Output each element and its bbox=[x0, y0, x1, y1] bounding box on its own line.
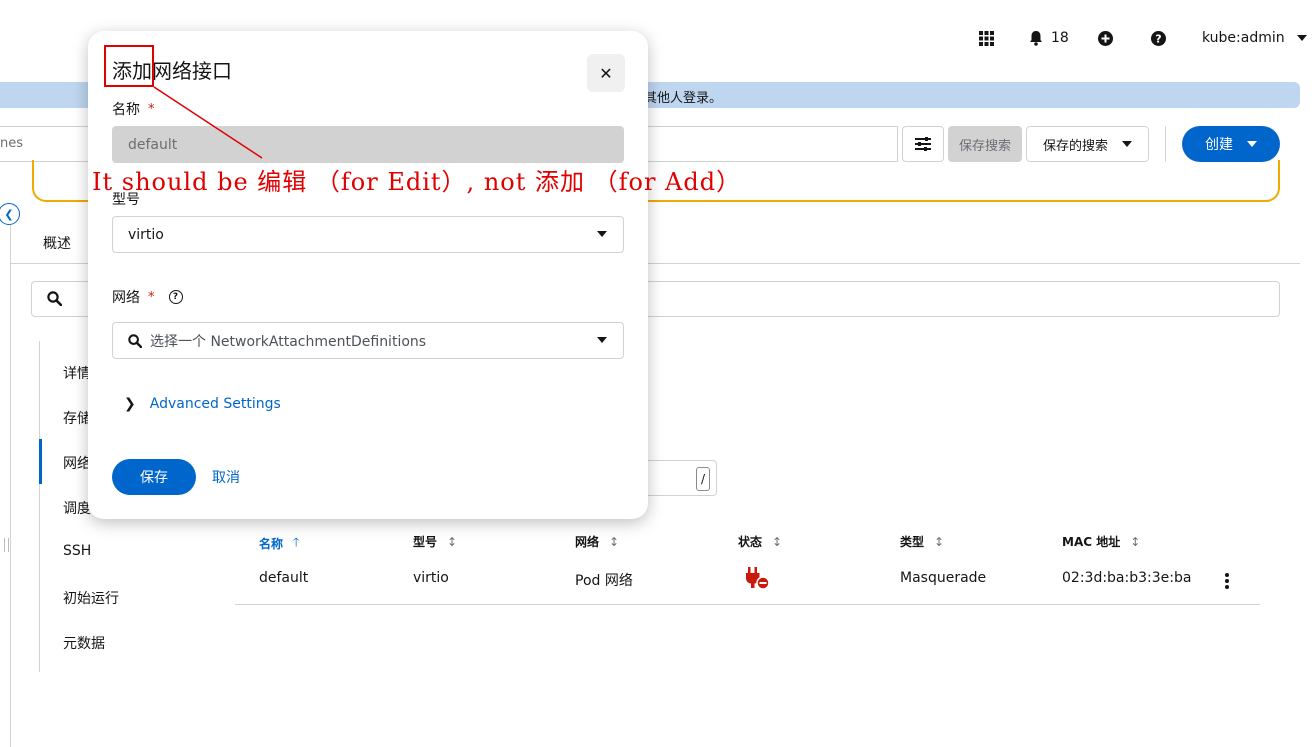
cancel-button[interactable]: 取消 bbox=[212, 467, 240, 487]
page-divider bbox=[10, 225, 11, 747]
user-menu[interactable]: kube:admin bbox=[1202, 28, 1307, 48]
close-button[interactable]: ✕ bbox=[587, 54, 625, 92]
plug-disconnected-icon bbox=[746, 567, 770, 590]
caret-down-icon bbox=[1296, 35, 1307, 41]
required-mark: * bbox=[148, 289, 155, 305]
chevron-right-icon: ❯ bbox=[124, 396, 136, 412]
search-icon bbox=[128, 333, 142, 348]
saved-search-label: 保存的搜索 bbox=[1042, 138, 1108, 154]
vnav-item-metadata[interactable]: 元数据 bbox=[63, 633, 105, 653]
user-name: kube:admin bbox=[1202, 30, 1285, 46]
app-launcher-button[interactable] bbox=[979, 28, 994, 48]
column-header-label: 类型 bbox=[900, 535, 925, 549]
column-header-name[interactable]: 名称 🡑 bbox=[259, 533, 299, 554]
column-header-label: MAC 地址 bbox=[1062, 535, 1121, 549]
help-icon: ? bbox=[1151, 30, 1166, 46]
cell-name: default bbox=[259, 570, 309, 586]
annotation-text: It should be 编辑 （for Edit）, not 添加 （for … bbox=[92, 168, 742, 196]
chevron-left-icon: ❮ bbox=[4, 207, 14, 221]
shortcut-key: / bbox=[696, 467, 710, 491]
advanced-search-button[interactable] bbox=[902, 126, 944, 162]
kebab-dot bbox=[1225, 585, 1229, 589]
network-label-text: 网络 bbox=[112, 290, 140, 306]
plus-circle-icon bbox=[1098, 30, 1113, 46]
notifications-button[interactable]: 18 bbox=[1029, 28, 1069, 48]
add-network-interface-modal: 添加网络接口 ✕ 名称 * default 型号 virtio 网络 * ? 选… bbox=[88, 31, 648, 519]
sort-icon: ↕ bbox=[934, 534, 945, 549]
column-header-type[interactable]: 类型 ↕ bbox=[900, 533, 944, 550]
row-actions-kebab[interactable] bbox=[1222, 573, 1232, 589]
cell-model: virtio bbox=[413, 570, 449, 586]
name-label-text: 名称 bbox=[112, 102, 140, 118]
quick-create-button[interactable] bbox=[1098, 28, 1113, 48]
vnav-item-details[interactable]: 详情 bbox=[63, 363, 91, 383]
column-header-model[interactable]: 型号 ↕ bbox=[413, 533, 457, 550]
vertical-nav-active-indicator bbox=[39, 439, 42, 484]
vnav-item-scheduling[interactable]: 调度 bbox=[63, 498, 91, 518]
vnav-item-initial-run[interactable]: 初始运行 bbox=[63, 588, 119, 608]
close-icon: ✕ bbox=[599, 63, 613, 83]
vertical-nav-line bbox=[39, 341, 40, 672]
advanced-settings-label: Advanced Settings bbox=[149, 396, 281, 412]
notification-count: 18 bbox=[1051, 30, 1069, 46]
kebab-dot bbox=[1225, 573, 1229, 577]
column-header-label: 网络 bbox=[575, 535, 600, 549]
name-label: 名称 * bbox=[112, 99, 155, 119]
network-placeholder: 选择一个 NetworkAttachmentDefinitions bbox=[150, 333, 427, 350]
svg-text:?: ? bbox=[1155, 32, 1161, 45]
save-button[interactable]: 保存 bbox=[112, 459, 196, 495]
toolbar-divider bbox=[1165, 126, 1166, 162]
name-value: default bbox=[128, 136, 178, 153]
sort-ascending-icon: 🡑 bbox=[293, 535, 300, 549]
cell-mac: 02:3d:ba:b3:3e:ba bbox=[1062, 570, 1192, 586]
help-icon[interactable]: ? bbox=[168, 290, 183, 304]
column-header-label: 名称 bbox=[259, 537, 284, 551]
name-field[interactable]: default bbox=[112, 126, 624, 163]
save-search-button[interactable]: 保存搜索 bbox=[948, 126, 1022, 162]
kebab-dot bbox=[1225, 579, 1229, 583]
search-icon bbox=[47, 291, 62, 306]
sliders-icon bbox=[915, 137, 931, 151]
vnav-item-storage[interactable]: 存储 bbox=[63, 408, 91, 428]
column-header-network[interactable]: 网络 ↕ bbox=[575, 533, 619, 550]
cell-network: Pod 网络 bbox=[575, 573, 633, 589]
collapse-sidebar-button[interactable]: ❮ bbox=[0, 203, 20, 225]
sort-icon: ↕ bbox=[609, 534, 620, 549]
annotation-highlight-box bbox=[104, 45, 154, 87]
grid-icon bbox=[979, 30, 994, 46]
caret-down-icon bbox=[597, 337, 607, 343]
sort-icon: ↕ bbox=[772, 534, 783, 549]
network-select[interactable]: 选择一个 NetworkAttachmentDefinitions bbox=[112, 322, 624, 359]
create-label: 创建 bbox=[1205, 137, 1233, 153]
column-header-label: 型号 bbox=[413, 535, 438, 549]
search-text: nes bbox=[0, 136, 24, 151]
help-button[interactable]: ? bbox=[1151, 28, 1166, 48]
vnav-item-ssh[interactable]: SSH bbox=[63, 543, 91, 559]
model-select[interactable]: virtio bbox=[112, 216, 624, 253]
sort-icon: ↕ bbox=[1130, 534, 1141, 549]
column-header-status[interactable]: 状态 ↕ bbox=[738, 533, 782, 550]
cell-type: Masquerade bbox=[900, 570, 987, 586]
resize-handle[interactable] bbox=[4, 538, 9, 552]
create-button[interactable]: 创建 bbox=[1182, 126, 1280, 162]
column-header-label: 状态 bbox=[738, 535, 763, 549]
bell-icon bbox=[1030, 31, 1042, 46]
saved-searches-dropdown[interactable]: 保存的搜索 bbox=[1026, 126, 1149, 162]
caret-down-icon bbox=[1247, 141, 1257, 147]
column-header-mac[interactable]: MAC 地址 ↕ bbox=[1062, 533, 1140, 550]
caret-down-icon bbox=[597, 231, 607, 237]
tab-overview[interactable]: 概述 bbox=[43, 233, 71, 253]
name-filter-input[interactable]: / bbox=[646, 460, 717, 496]
sort-icon: ↕ bbox=[447, 534, 458, 549]
banner-text: 其他人登录。 bbox=[644, 91, 723, 106]
vnav-item-network[interactable]: 网络 bbox=[63, 453, 91, 473]
caret-down-icon bbox=[1122, 141, 1132, 147]
advanced-settings-toggle[interactable]: ❯ Advanced Settings bbox=[124, 396, 281, 412]
required-mark: * bbox=[148, 101, 155, 117]
model-value: virtio bbox=[128, 226, 164, 243]
table-row-divider bbox=[235, 604, 1260, 605]
network-label: 网络 * ? bbox=[112, 287, 183, 307]
